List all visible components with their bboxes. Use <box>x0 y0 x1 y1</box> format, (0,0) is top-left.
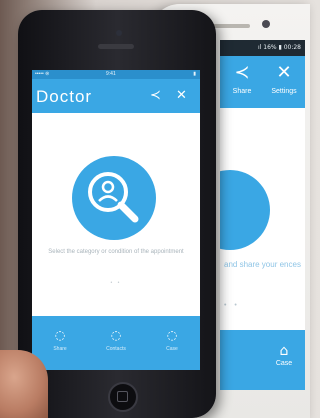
back-settings-label: Settings <box>271 88 297 95</box>
tab-contacts-label: Contacts <box>106 346 126 352</box>
back-settings-button[interactable]: ✕ Settings <box>264 62 304 95</box>
photo-scene: ıl 16% ▮ 00:28 ≺ Share ✕ Settings and sh… <box>0 0 310 418</box>
back-share-label: Share <box>232 88 252 95</box>
case-icon: ⌂ <box>279 343 289 359</box>
tab-share-label: Share <box>53 346 67 352</box>
back-pager: • • <box>224 302 240 309</box>
status-time: 9:41 <box>106 71 116 77</box>
search-person-icon <box>88 172 139 223</box>
back-phone-camera <box>262 20 270 28</box>
hint-text: Select the category or condition of the … <box>48 249 184 255</box>
front-camera <box>116 30 122 36</box>
chat-icon: ◌ <box>54 328 66 342</box>
status-signal: ••••• ⊜ <box>35 71 50 77</box>
back-status-text: ıl 16% ▮ 00:28 <box>258 44 301 51</box>
back-tab-case-label: Case <box>275 360 293 367</box>
settings-icon: ✕ <box>276 62 292 83</box>
page-indicator: • • <box>110 280 122 286</box>
front-phone-screen: ••••• ⊜ 9:41 ▮ Doctor ≺ ✕ Select the cat… <box>32 70 200 370</box>
back-share-button[interactable]: ≺ Share <box>222 62 262 95</box>
search-doctor-button[interactable] <box>72 156 156 240</box>
back-tabbar: ⌂ Case <box>220 330 305 390</box>
tab-case-label: Case <box>166 346 178 352</box>
tab-case[interactable]: ◌ Case <box>152 328 192 352</box>
back-header: ≺ Share ✕ Settings <box>220 56 305 108</box>
back-hero-circle[interactable] <box>220 170 270 250</box>
home-button[interactable] <box>108 382 138 412</box>
back-status-bar: ıl 16% ▮ 00:28 <box>220 40 305 56</box>
front-earpiece <box>98 44 134 49</box>
settings-icon[interactable]: ✕ <box>176 88 187 103</box>
back-phone-speaker <box>210 24 250 28</box>
app-title: Doctor <box>36 87 93 106</box>
status-bar: ••••• ⊜ 9:41 ▮ <box>32 70 200 79</box>
back-tab-case[interactable]: ⌂ Case <box>264 342 304 367</box>
back-body-text: and share your ences <box>224 260 301 269</box>
share-icon: ≺ <box>234 62 250 83</box>
back-phone-screen: ıl 16% ▮ 00:28 ≺ Share ✕ Settings and sh… <box>220 40 305 390</box>
tab-share[interactable]: ◌ Share <box>40 328 80 352</box>
person-icon: ◌ <box>110 328 122 342</box>
tab-contacts[interactable]: ◌ Contacts <box>96 328 136 352</box>
status-battery: ▮ <box>193 71 196 77</box>
share-icon[interactable]: ≺ <box>150 88 161 103</box>
hand <box>0 350 48 418</box>
bottom-tabbar: ◌ Share ◌ Contacts ◌ Case <box>32 316 200 370</box>
case-icon: ◌ <box>166 328 178 342</box>
app-header: Doctor ≺ ✕ <box>32 79 200 113</box>
